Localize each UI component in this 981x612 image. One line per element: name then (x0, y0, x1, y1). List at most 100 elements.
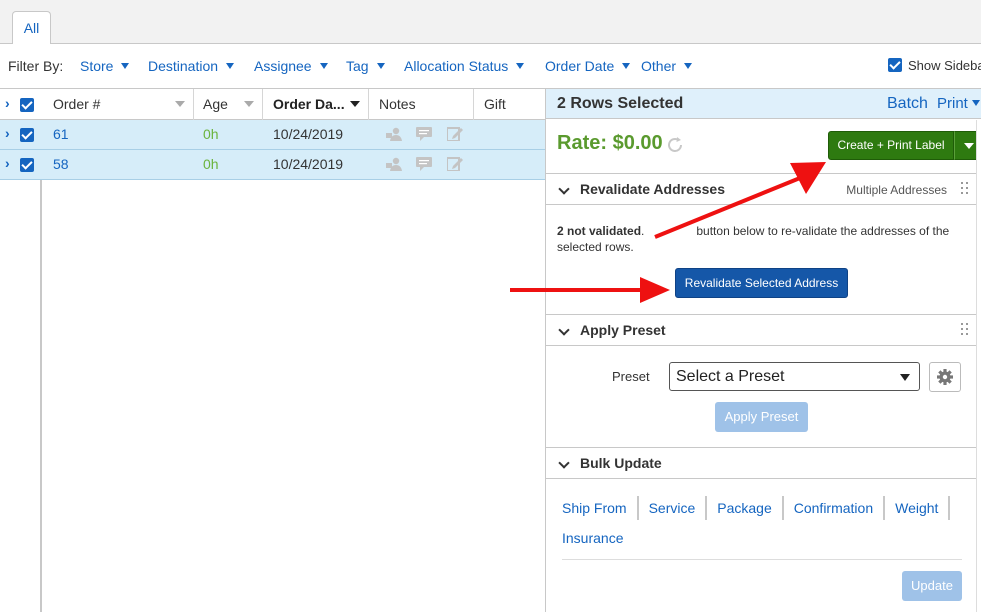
grid-header: › Order # Age Order Da... Notes Gift (0, 89, 545, 120)
expand-row-icon[interactable]: › (5, 155, 10, 171)
preset-label: Preset (612, 369, 650, 384)
refresh-icon[interactable] (666, 136, 684, 154)
revalidate-section-header[interactable]: Revalidate Addresses Multiple Addresses (546, 173, 977, 205)
rate-value: Rate: $0.00 (557, 132, 663, 154)
apply-preset-section-header[interactable]: Apply Preset (546, 314, 977, 346)
order-number-link[interactable]: 58 (43, 150, 69, 180)
revalidate-selected-address-button[interactable]: Revalidate Selected Address (675, 268, 848, 298)
apply-preset-button[interactable]: Apply Preset (715, 402, 808, 432)
column-age-label: Age (203, 96, 228, 112)
tab-all[interactable]: All (12, 11, 51, 45)
show-sidebar-label: Show Sidebar (908, 58, 981, 73)
assignee-note-icon[interactable] (386, 127, 402, 141)
message-note-icon[interactable] (416, 157, 432, 171)
column-notes-label: Notes (379, 96, 416, 112)
chevron-down-icon (226, 63, 235, 69)
update-button[interactable]: Update (902, 571, 962, 601)
preset-settings-button[interactable] (929, 362, 961, 392)
chevron-down-icon (971, 100, 980, 106)
print-menu-label: Print (937, 95, 968, 112)
chevron-down-icon (900, 374, 910, 381)
sort-descending-icon[interactable] (350, 101, 360, 107)
filter-assignee[interactable]: Assignee (254, 58, 328, 74)
table-row[interactable]: › 61 0h 10/24/2019 (0, 120, 545, 150)
rows-selected-title: 2 Rows Selected (557, 95, 684, 112)
order-age: 0h (203, 156, 219, 172)
chevron-down-icon (558, 324, 570, 336)
filter-store[interactable]: Store (80, 58, 130, 74)
chevron-down-icon (622, 63, 631, 69)
chevron-down-icon (319, 63, 328, 69)
bulk-weight-link[interactable]: Weight (895, 496, 951, 520)
table-row[interactable]: › 58 0h 10/24/2019 (0, 150, 545, 180)
filter-other[interactable]: Other (641, 58, 693, 74)
edit-note-icon[interactable] (447, 157, 463, 171)
column-notes[interactable]: Notes (369, 89, 474, 120)
bulk-package-link[interactable]: Package (717, 496, 784, 520)
filter-other-label: Other (641, 58, 677, 74)
filter-tag[interactable]: Tag (346, 58, 385, 74)
message-note-icon[interactable] (416, 127, 432, 141)
column-age[interactable]: Age (193, 89, 263, 120)
chevron-down-icon (121, 63, 130, 69)
filter-allocation-status-label: Allocation Status (404, 58, 509, 74)
bulk-update-links: Ship From Service Package Confirmation Weigh… (562, 496, 962, 556)
chevron-down-icon (516, 63, 525, 69)
bulk-service-link[interactable]: Service (649, 496, 708, 520)
bulk-insurance-link[interactable]: Insurance (562, 526, 633, 550)
row-checkbox[interactable] (20, 158, 34, 172)
column-gift[interactable]: Gift (474, 89, 545, 120)
revalidate-message: 2 not validated. button below to re-valid… (557, 223, 957, 255)
column-menu-icon[interactable] (175, 101, 185, 107)
filter-tag-label: Tag (346, 58, 369, 74)
select-all-checkbox[interactable] (20, 98, 34, 112)
divider (562, 559, 962, 560)
expand-row-icon[interactable]: › (5, 125, 10, 141)
order-date: 10/24/2019 (273, 156, 344, 172)
bulk-update-section-header[interactable]: Bulk Update (546, 447, 977, 479)
filter-store-label: Store (80, 58, 114, 74)
sidebar-header: 2 Rows Selected Batch Print (546, 89, 981, 119)
chevron-down-icon (376, 63, 385, 69)
drag-handle-icon[interactable] (961, 182, 969, 196)
apply-preset-section-title: Apply Preset (580, 322, 666, 338)
assignee-note-icon[interactable] (386, 157, 402, 171)
bulk-confirmation-link[interactable]: Confirmation (794, 496, 886, 520)
multiple-addresses-label: Multiple Addresses (846, 183, 947, 197)
filter-destination[interactable]: Destination (148, 58, 235, 74)
row-checkbox[interactable] (20, 128, 34, 142)
filter-by-label: Filter By: (8, 58, 64, 74)
preset-select-value: Select a Preset (676, 368, 785, 385)
bulk-ship-from-link[interactable]: Ship From (562, 496, 639, 520)
order-age: 0h (203, 126, 219, 142)
print-menu[interactable]: Print (937, 95, 980, 112)
orders-grid: › Order # Age Order Da... Notes Gift › 6… (0, 89, 545, 612)
show-sidebar-toggle[interactable]: Show Sidebar (888, 58, 981, 73)
not-validated-count: 2 not validated (557, 224, 642, 238)
filter-allocation-status[interactable]: Allocation Status (404, 58, 525, 74)
filter-order-date-label: Order Date (545, 58, 615, 74)
drag-handle-icon[interactable] (961, 323, 969, 337)
sidebar-scrollbar[interactable] (976, 120, 981, 612)
revalidate-section-title: Revalidate Addresses (580, 181, 725, 197)
column-gift-label: Gift (484, 96, 506, 112)
bulk-update-section-title: Bulk Update (580, 455, 662, 471)
order-number-link[interactable]: 61 (43, 120, 69, 150)
column-menu-icon[interactable] (244, 101, 254, 107)
filter-destination-label: Destination (148, 58, 219, 74)
filter-bar: Filter By: Store Destination Assignee Ta… (0, 44, 981, 89)
column-order-number[interactable]: Order # (43, 89, 194, 120)
expand-all-icon[interactable]: › (5, 95, 10, 111)
revalidate-message-a: . (641, 224, 645, 238)
tab-bar: All (0, 0, 981, 45)
filter-order-date[interactable]: Order Date (545, 58, 631, 74)
column-order-date[interactable]: Order Da... (263, 89, 369, 120)
chevron-down-icon (558, 183, 570, 195)
batch-link[interactable]: Batch (887, 95, 928, 113)
checkbox-checked-icon[interactable] (888, 58, 902, 72)
preset-select[interactable]: Select a Preset (669, 362, 920, 391)
edit-note-icon[interactable] (447, 127, 463, 141)
create-print-label-button[interactable]: Create + Print Label (828, 131, 954, 160)
chevron-down-icon (684, 63, 693, 69)
filter-assignee-label: Assignee (254, 58, 312, 74)
